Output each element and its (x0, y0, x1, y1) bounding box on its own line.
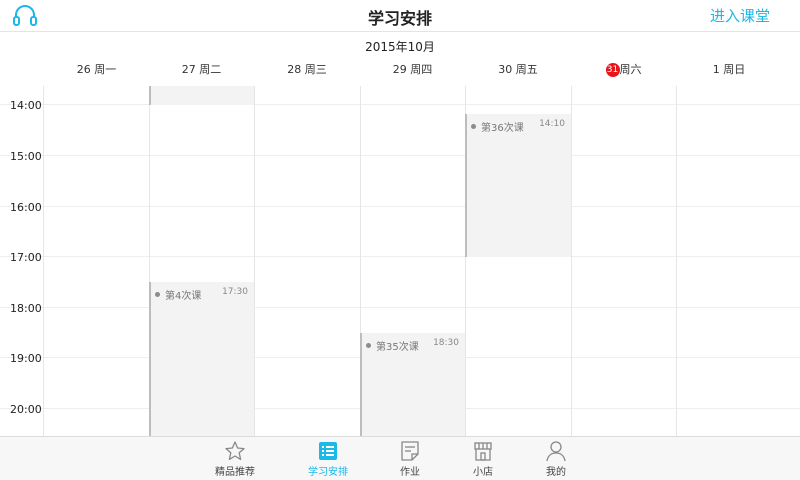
enter-classroom-button[interactable]: 进入课堂 (710, 5, 770, 26)
tab-schedule[interactable]: 学习安排 (298, 440, 358, 480)
tab-homework[interactable]: 作业 (380, 440, 440, 480)
event-time: 18:30 (433, 338, 459, 348)
bottom-tab-bar: 精品推荐 学习安排 作业 小店 我的 (0, 436, 800, 480)
day-header-weekday: 周三 (304, 63, 327, 76)
store-icon (474, 442, 492, 461)
day-header-wed[interactable]: 28 周三 (254, 61, 360, 77)
hour-line (0, 307, 800, 308)
tab-store[interactable]: 小店 (453, 440, 513, 480)
hour-line (0, 104, 800, 105)
hour-label: 14:00 (10, 99, 42, 112)
hour-label: 19:00 (10, 352, 42, 365)
event-time: 14:10 (539, 119, 565, 129)
day-header-date: 30 (498, 63, 513, 76)
hour-line (0, 206, 800, 207)
tab-featured[interactable]: 精品推荐 (205, 440, 265, 480)
event-dot-icon (366, 343, 371, 348)
day-header-date: 1 (712, 63, 720, 76)
tab-label: 作业 (400, 467, 420, 478)
hour-label: 20:00 (10, 403, 42, 416)
hour-label: 18:00 (10, 302, 42, 315)
day-header-mon[interactable]: 26 周一 (44, 61, 149, 77)
lesson-event-continued[interactable] (149, 86, 254, 105)
lesson-event[interactable]: 第4次课 17:30 (149, 282, 254, 436)
lesson-event[interactable]: 第35次课 18:30 (360, 333, 465, 436)
event-dot-icon (471, 124, 476, 129)
homework-icon (401, 441, 419, 461)
page-title: 学习安排 (367, 9, 432, 28)
hour-label: 17:00 (10, 251, 42, 264)
event-time: 17:30 (222, 287, 248, 297)
lesson-event[interactable]: 第36次课 14:10 (465, 114, 571, 257)
day-column-divider (571, 86, 572, 436)
day-column-divider (43, 86, 44, 436)
day-header-date: 28 (287, 63, 302, 76)
star-icon (225, 441, 245, 461)
hour-label: 16:00 (10, 201, 42, 214)
profile-icon (546, 441, 566, 462)
day-header-thu[interactable]: 29 周四 (360, 61, 465, 77)
day-header-weekday: 周四 (410, 63, 433, 76)
day-header-date: 29 (392, 63, 407, 76)
tab-label: 精品推荐 (215, 467, 255, 478)
event-name: 第35次课 (376, 342, 419, 353)
today-badge: 31 (605, 63, 620, 77)
tab-label: 小店 (473, 467, 493, 478)
month-label: 2015年10月 (365, 40, 435, 54)
tab-label: 学习安排 (308, 467, 348, 478)
day-header-date: 27 (181, 63, 196, 76)
day-header-weekday: 周五 (515, 63, 538, 76)
week-time-grid[interactable]: 14:00 15:00 16:00 17:00 18:00 19:00 20:0… (0, 86, 800, 436)
day-header-sun[interactable]: 1 周日 (676, 61, 782, 77)
tab-label: 我的 (546, 467, 566, 478)
day-header-fri[interactable]: 30 周五 (465, 61, 571, 77)
day-header-weekday: 周日 (723, 63, 746, 76)
day-header-weekday: 周二 (199, 63, 222, 76)
event-name: 第36次课 (481, 123, 524, 134)
day-column-divider (254, 86, 255, 436)
day-header-sat-today[interactable]: 31周六 (571, 61, 676, 77)
schedule-list-icon (319, 442, 337, 460)
hour-line (0, 256, 800, 257)
day-column-divider (676, 86, 677, 436)
event-name: 第4次课 (165, 291, 202, 302)
tab-profile[interactable]: 我的 (526, 440, 586, 480)
day-header-tue[interactable]: 27 周二 (149, 61, 254, 77)
hour-label: 15:00 (10, 150, 42, 163)
hour-line (0, 155, 800, 156)
day-header-weekday: 周一 (94, 63, 117, 76)
day-header-weekday: 周六 (619, 63, 642, 76)
event-dot-icon (155, 292, 160, 297)
day-header-date: 26 (76, 63, 91, 76)
top-bar: 学习安排 进入课堂 (0, 0, 800, 32)
